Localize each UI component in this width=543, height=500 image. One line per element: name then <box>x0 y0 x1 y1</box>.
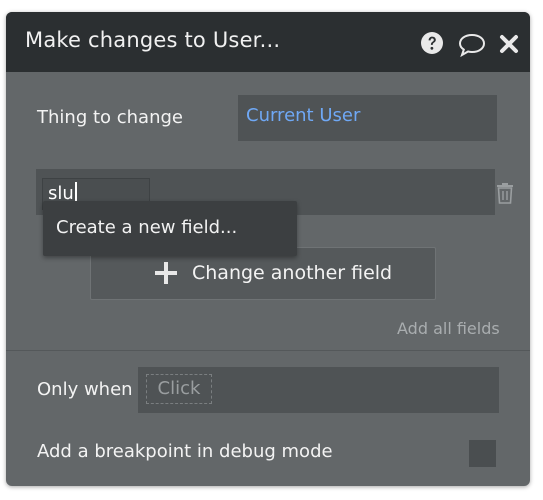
only-when-label: Only when <box>37 379 133 400</box>
dialog-title: Make changes to User... <box>25 28 281 52</box>
change-another-field-label: Change another field <box>192 262 393 284</box>
create-new-field-option[interactable]: Create a new field... <box>56 217 237 238</box>
plus-icon <box>155 262 177 284</box>
debug-breakpoint-checkbox[interactable] <box>469 440 496 467</box>
edit-thing-dialog: Make changes to User... Thing to change … <box>6 12 530 486</box>
text-caret <box>74 182 77 203</box>
only-when-condition-field[interactable]: Click <box>138 367 499 413</box>
comment-icon[interactable] <box>457 32 487 58</box>
section-divider <box>6 350 530 351</box>
field-suggestion-dropdown: Create a new field... <box>43 201 297 256</box>
help-icon[interactable] <box>421 32 443 54</box>
trash-icon[interactable] <box>496 182 514 204</box>
dialog-title-bar: Make changes to User... <box>6 12 530 72</box>
click-placeholder[interactable]: Click <box>146 374 212 404</box>
close-icon[interactable] <box>499 34 519 54</box>
add-all-fields-link[interactable]: Add all fields <box>397 319 500 338</box>
debug-breakpoint-label: Add a breakpoint in debug mode <box>37 441 333 462</box>
thing-to-change-label: Thing to change <box>37 107 183 128</box>
thing-to-change-value: Current User <box>246 105 361 126</box>
thing-to-change-field[interactable]: Current User <box>238 95 497 141</box>
